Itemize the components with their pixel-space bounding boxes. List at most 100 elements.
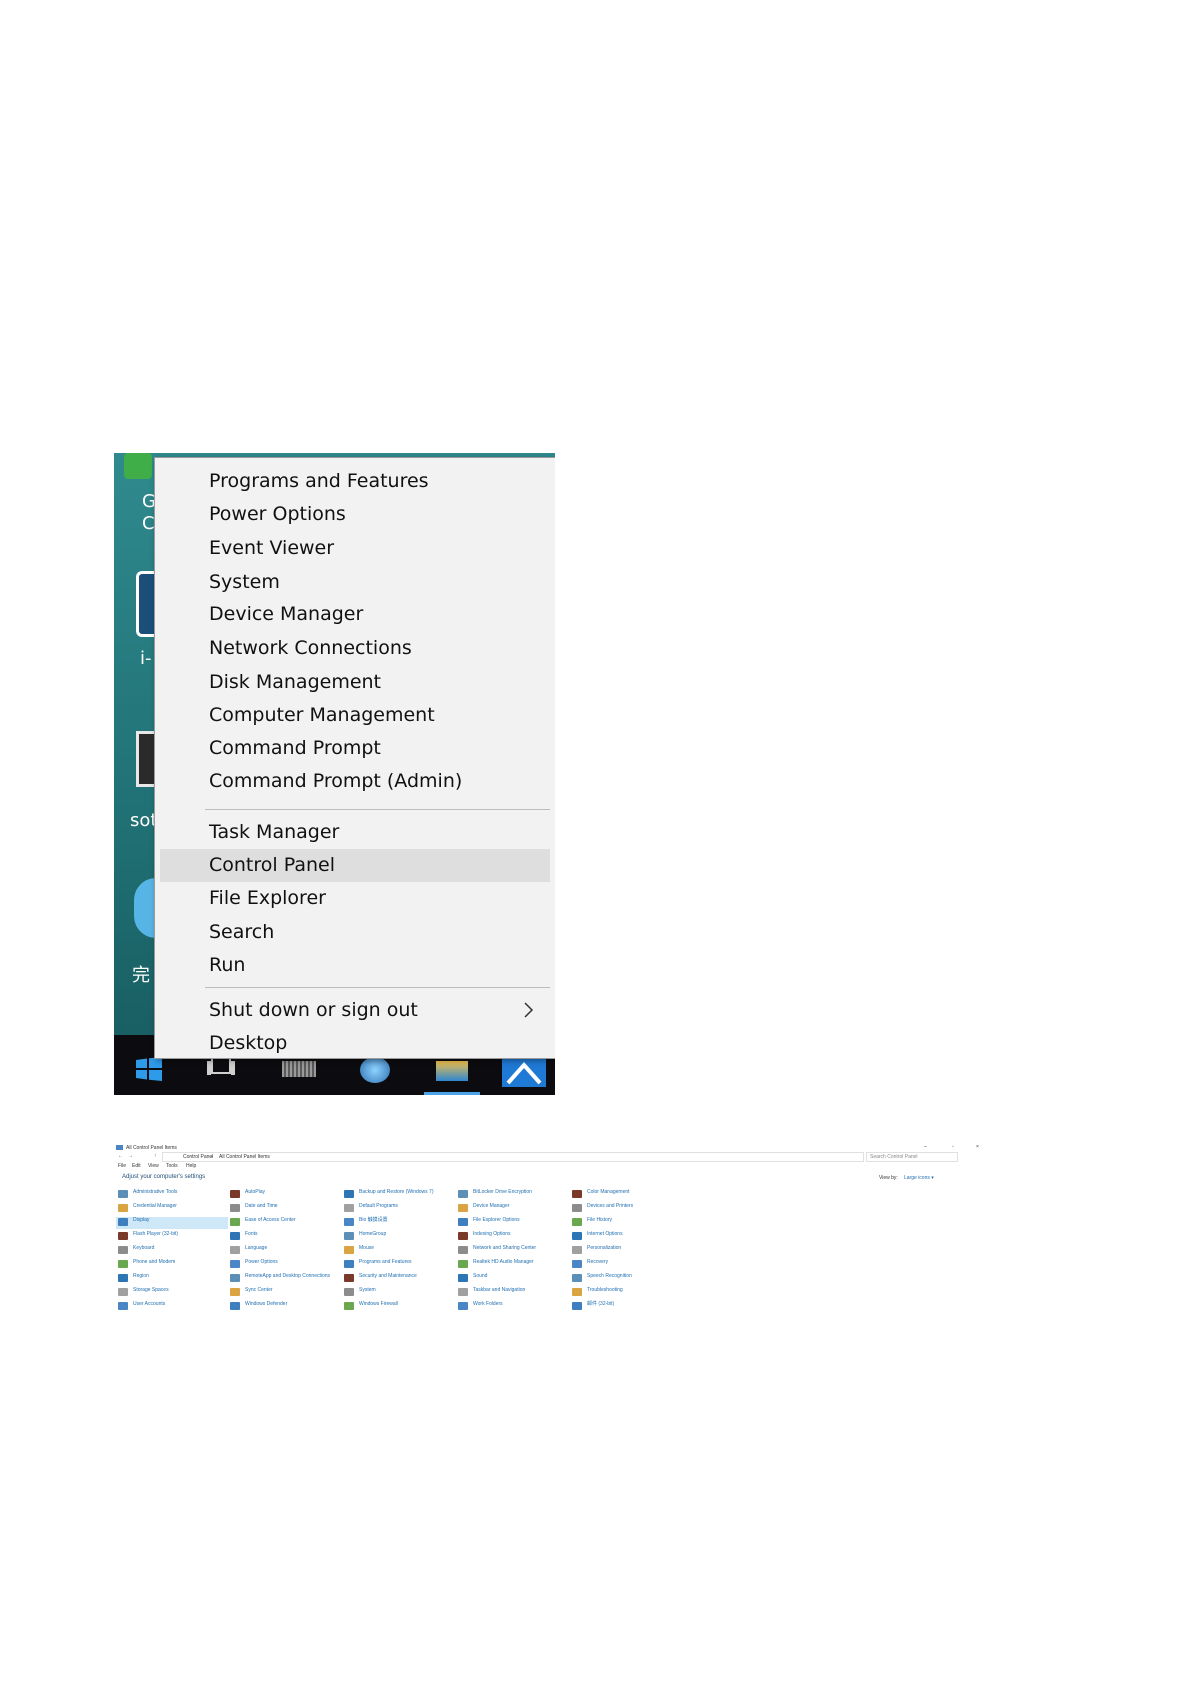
menu-item-computer-management[interactable]: Computer Management [160, 699, 550, 732]
cp-item-taskbar-and-navigation[interactable]: Taskbar and Navigation [456, 1287, 568, 1299]
menu-item-event-viewer[interactable]: Event Viewer [160, 532, 550, 565]
address-bar[interactable]: Control Panel › All Control Panel Items [162, 1152, 864, 1162]
menu-view[interactable]: View [148, 1163, 159, 1169]
menu-edit[interactable]: Edit [132, 1163, 141, 1169]
cp-item-recovery[interactable]: Recovery [570, 1259, 682, 1271]
control-panel-items: Administrative Tools Credential Manager Di… [114, 1189, 984, 1319]
cp-item-administrative-tools[interactable]: Administrative Tools [116, 1189, 228, 1201]
cp-item-storage-spaces[interactable]: Storage Spaces [116, 1287, 228, 1299]
minimize-button[interactable]: – [924, 1144, 927, 1150]
cp-item-label: BitLocker Drive Encryption [473, 1189, 532, 1195]
taskbar-app-1-icon[interactable] [282, 1061, 316, 1077]
close-button[interactable]: × [976, 1144, 979, 1150]
windows-start-icon[interactable] [136, 1057, 162, 1081]
menu-tools[interactable]: Tools [166, 1163, 178, 1169]
cp-item-internet-options[interactable]: Internet Options [570, 1231, 682, 1243]
menu-item-disk-management[interactable]: Disk Management [160, 666, 550, 699]
cp-item-windows-firewall[interactable]: Windows Firewall [342, 1301, 454, 1313]
cp-item-speech-recognition[interactable]: Speech Recognition [570, 1273, 682, 1285]
menu-item-run[interactable]: Run [160, 949, 550, 982]
cp-item-bio[interactable]: Bio 触摸设置 [342, 1217, 454, 1229]
cp-item-backup-and-restore-windows-7[interactable]: Backup and Restore (Windows 7) [342, 1189, 454, 1201]
breadcrumb-all-items[interactable]: All Control Panel Items [219, 1154, 270, 1160]
taskbar-app-4-icon[interactable] [502, 1057, 546, 1087]
cp-item-flash-player-32-bit[interactable]: Flash Player (32-bit) [116, 1231, 228, 1243]
cp-item-bitlocker-drive-encryption[interactable]: BitLocker Drive Encryption [456, 1189, 568, 1201]
menu-item-command-prompt-admin[interactable]: Command Prompt (Admin) [160, 765, 550, 798]
cp-item-mouse[interactable]: Mouse [342, 1245, 454, 1257]
cp-item-indexing-options[interactable]: Indexing Options [456, 1231, 568, 1243]
back-icon[interactable]: ← [118, 1153, 123, 1159]
cp-item-file-explorer-options[interactable]: File Explorer Options [456, 1217, 568, 1229]
cp-item-color-management[interactable]: Color Management [570, 1189, 682, 1201]
cp-item-icon [118, 1232, 128, 1240]
cp-item-device-manager[interactable]: Device Manager [456, 1203, 568, 1215]
cp-item-sync-center[interactable]: Sync Center [228, 1287, 340, 1299]
cp-item-region[interactable]: Region [116, 1273, 228, 1285]
menu-item-system[interactable]: System [160, 566, 550, 599]
up-icon[interactable]: ↑ [154, 1153, 157, 1159]
menu-item-programs-and-features[interactable]: Programs and Features [160, 465, 550, 498]
cp-item-realtek-hd-audio-manager[interactable]: Realtek HD Audio Manager [456, 1259, 568, 1271]
menu-item-search[interactable]: Search [160, 916, 550, 949]
cp-item-fonts[interactable]: Fonts [228, 1231, 340, 1243]
cp-item-label: Sync Center [245, 1287, 273, 1293]
cp-item-file-history[interactable]: File History [570, 1217, 682, 1229]
cp-item-keyboard[interactable]: Keyboard [116, 1245, 228, 1257]
breadcrumb-control-panel[interactable]: Control Panel [183, 1154, 213, 1160]
task-view-icon[interactable] [206, 1057, 236, 1079]
cp-item-display[interactable]: Display [116, 1217, 228, 1229]
cp-item-ease-of-access-center[interactable]: Ease of Access Center [228, 1217, 340, 1229]
cp-item-32-bit[interactable]: 邮件 (32-bit) [570, 1301, 682, 1313]
cp-item-language[interactable]: Language [228, 1245, 340, 1257]
cp-item-autoplay[interactable]: AutoPlay [228, 1189, 340, 1201]
search-input[interactable]: Search Control Panel [866, 1152, 958, 1162]
taskbar-app-2-icon[interactable] [360, 1057, 390, 1083]
cp-item-programs-and-features[interactable]: Programs and Features [342, 1259, 454, 1271]
cp-item-label: Keyboard [133, 1245, 155, 1251]
cp-item-icon [572, 1232, 582, 1240]
cp-item-system[interactable]: System [342, 1287, 454, 1299]
menu-item-shut-down-or-sign-out[interactable]: Shut down or sign out [160, 994, 550, 1027]
cp-item-label: Troubleshooting [587, 1287, 623, 1293]
cp-item-homegroup[interactable]: HomeGroup [342, 1231, 454, 1243]
menu-help[interactable]: Help [186, 1163, 196, 1169]
cp-item-network-and-sharing-center[interactable]: Network and Sharing Center [456, 1245, 568, 1257]
cp-item-sound[interactable]: Sound [456, 1273, 568, 1285]
cp-item-default-programs[interactable]: Default Programs [342, 1203, 454, 1215]
menu-item-command-prompt[interactable]: Command Prompt [160, 732, 550, 765]
cp-item-work-folders[interactable]: Work Folders [456, 1301, 568, 1313]
cp-item-phone-and-modem[interactable]: Phone and Modem [116, 1259, 228, 1271]
cp-item-icon [458, 1218, 468, 1226]
cp-item-personalization[interactable]: Personalization [570, 1245, 682, 1257]
cp-item-user-accounts[interactable]: User Accounts [116, 1301, 228, 1313]
cp-item-icon [344, 1274, 354, 1282]
menu-item-network-connections[interactable]: Network Connections [160, 632, 550, 665]
maximize-button[interactable]: ▫ [952, 1144, 954, 1150]
menu-item-file-explorer[interactable]: File Explorer [160, 882, 550, 915]
cp-item-label: Programs and Features [359, 1259, 412, 1265]
view-by-dropdown[interactable]: Large icons ▾ [904, 1175, 934, 1181]
menu-item-device-manager[interactable]: Device Manager [160, 598, 550, 631]
cp-item-troubleshooting[interactable]: Troubleshooting [570, 1287, 682, 1299]
cp-item-credential-manager[interactable]: Credential Manager [116, 1203, 228, 1215]
cp-item-devices-and-printers[interactable]: Devices and Printers [570, 1203, 682, 1215]
desktop-icon-4[interactable] [134, 878, 156, 938]
cp-item-remoteapp-and-desktop-connections[interactable]: RemoteApp and Desktop Connections [228, 1273, 340, 1285]
menu-item-task-manager[interactable]: Task Manager [160, 816, 550, 849]
cp-item-security-and-maintenance[interactable]: Security and Maintenance [342, 1273, 454, 1285]
menu-file[interactable]: File [118, 1163, 126, 1169]
cp-item-power-options[interactable]: Power Options [228, 1259, 340, 1271]
cp-item-icon [344, 1288, 354, 1296]
taskbar-app-3-icon[interactable] [436, 1061, 468, 1081]
menu-item-desktop[interactable]: Desktop [160, 1027, 550, 1060]
cp-item-windows-defender[interactable]: Windows Defender [228, 1301, 340, 1313]
cp-item-icon [118, 1288, 128, 1296]
cp-item-date-and-time[interactable]: Date and Time [228, 1203, 340, 1215]
cp-item-icon [344, 1302, 354, 1310]
forward-icon[interactable]: → [128, 1153, 133, 1159]
menu-item-power-options[interactable]: Power Options [160, 498, 550, 531]
desktop-icon-1[interactable] [124, 453, 152, 479]
menu-item-control-panel[interactable]: Control Panel [160, 849, 550, 882]
cp-item-icon [572, 1190, 582, 1198]
